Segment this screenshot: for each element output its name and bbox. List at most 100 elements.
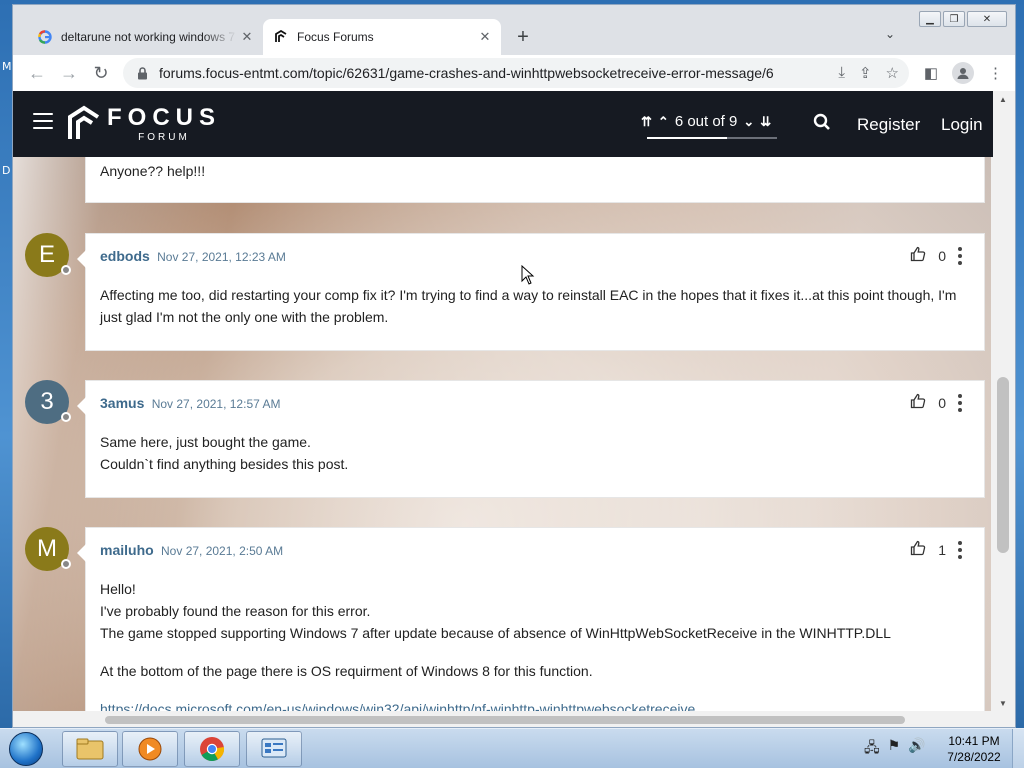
close-icon[interactable]: ✕: [237, 29, 257, 45]
url-text: forums.focus-entmt.com/topic/62631/game-…: [159, 65, 774, 81]
thumbs-up-icon[interactable]: [910, 540, 926, 559]
taskbar-clock[interactable]: 10:41 PM 7/28/2022: [942, 733, 1006, 765]
post-date[interactable]: Nov 27, 2021, 12:23 AM: [157, 250, 286, 264]
chrome-icon: [200, 737, 225, 762]
new-tab-button[interactable]: +: [511, 25, 535, 49]
logo-text: FOCUS: [107, 103, 221, 131]
tab-title: Focus Forums: [297, 30, 374, 44]
first-post-icon[interactable]: ⇈: [641, 114, 652, 130]
minimize-button[interactable]: ▁: [919, 11, 941, 27]
search-icon[interactable]: [813, 113, 831, 136]
clock-time: 10:41 PM: [948, 734, 1000, 748]
post-text: I've probably found the reason for this …: [100, 603, 371, 619]
menu-kebab-icon[interactable]: ⋮: [988, 64, 1003, 82]
close-window-button[interactable]: ✕: [967, 11, 1007, 27]
thumbs-up-icon[interactable]: [910, 246, 926, 265]
post-text: Anyone?? help!!!: [100, 163, 206, 179]
reload-button[interactable]: ↻: [85, 57, 117, 89]
post-options-icon[interactable]: [958, 540, 962, 559]
login-link[interactable]: Login: [941, 115, 983, 135]
desktop-glyph: M: [2, 60, 12, 73]
post-text: Hello!: [100, 581, 136, 597]
control-panel-taskbar-button[interactable]: [246, 731, 302, 767]
tab-title: deltarune not working windows 7: [61, 30, 236, 44]
post-date[interactable]: Nov 27, 2021, 2:50 AM: [161, 544, 283, 558]
browser-toolbar: ← → ↻ forums.focus-entmt.com/topic/62631…: [13, 55, 1015, 91]
status-dot: [61, 559, 71, 569]
horizontal-scrollbar[interactable]: [13, 711, 1015, 727]
volume-icon[interactable]: 🔊: [908, 737, 925, 761]
action-center-icon[interactable]: ⚑: [888, 737, 901, 761]
avatar[interactable]: 3: [25, 380, 71, 424]
last-post-icon[interactable]: ⇊: [760, 114, 771, 130]
previous-post-icon[interactable]: ⌃: [658, 114, 669, 130]
post-card: 3amus Nov 27, 2021, 12:57 AM 0 Same here…: [77, 380, 985, 498]
hamburger-menu-icon[interactable]: [33, 113, 53, 129]
show-desktop-button[interactable]: [1012, 729, 1024, 768]
tab-focus-forums[interactable]: Focus Forums ✕: [263, 19, 501, 55]
media-player-taskbar-button[interactable]: [122, 731, 178, 767]
pager-label: 6 out of 9: [674, 113, 738, 130]
avatar[interactable]: E: [25, 233, 71, 277]
post-date[interactable]: Nov 27, 2021, 12:57 AM: [152, 397, 281, 411]
bookmark-star-icon[interactable]: ☆: [886, 64, 899, 82]
focus-icon: [273, 29, 289, 45]
chrome-taskbar-button[interactable]: [184, 731, 240, 767]
folder-icon: [76, 738, 104, 760]
mouse-cursor-icon: [521, 265, 535, 285]
start-button[interactable]: [4, 731, 48, 767]
scroll-down-icon[interactable]: ▼: [991, 695, 1015, 711]
next-post-icon[interactable]: ⌄: [743, 114, 754, 130]
vote-count: 0: [938, 394, 946, 411]
post-body: Affecting me too, did restarting your co…: [100, 284, 964, 328]
pager-progress: [647, 137, 777, 139]
scrollbar-thumb[interactable]: [105, 716, 905, 724]
post-meta: 3amus Nov 27, 2021, 12:57 AM: [100, 395, 280, 411]
control-panel-icon: [261, 738, 287, 758]
taskbar: 🖧 ⚑ 🔊 10:41 PM 7/28/2022: [0, 728, 1024, 768]
address-bar[interactable]: forums.focus-entmt.com/topic/62631/game-…: [123, 58, 909, 88]
post-options-icon[interactable]: [958, 393, 962, 412]
profile-icon[interactable]: [952, 62, 974, 84]
scrollbar-thumb[interactable]: [997, 377, 1009, 553]
status-dot: [61, 265, 71, 275]
vote-count: 0: [938, 247, 946, 264]
share-icon[interactable]: ⇪: [859, 64, 872, 82]
avatar[interactable]: M: [25, 527, 71, 571]
post-card: edbods Nov 27, 2021, 12:23 AM 0 Affectin…: [77, 233, 985, 351]
scroll-up-icon[interactable]: ▲: [991, 91, 1015, 107]
install-icon[interactable]: ⤓: [838, 64, 845, 82]
thumbs-up-icon[interactable]: [910, 393, 926, 412]
system-tray: 🖧 ⚑ 🔊: [864, 737, 926, 761]
media-player-icon: [138, 737, 162, 761]
chevron-down-icon[interactable]: ⌄: [885, 27, 895, 41]
post-pager[interactable]: ⇈ ⌃ 6 out of 9 ⌄ ⇊: [641, 113, 771, 130]
network-icon[interactable]: 🖧: [864, 737, 880, 761]
restore-button[interactable]: ❐: [943, 11, 965, 27]
post-author[interactable]: 3amus: [100, 395, 144, 411]
browser-window: deltarune not working windows 7 ✕ Focus …: [12, 4, 1016, 728]
post-text: The game stopped supporting Windows 7 af…: [100, 625, 891, 641]
site-logo[interactable]: FOCUS FORUM: [67, 105, 221, 143]
tab-google-search[interactable]: deltarune not working windows 7 ✕: [27, 19, 263, 55]
tab-bar: deltarune not working windows 7 ✕ Focus …: [13, 5, 1015, 55]
forward-button[interactable]: →: [53, 57, 85, 89]
post-author[interactable]: edbods: [100, 248, 150, 264]
avatar-initial: E: [38, 241, 55, 268]
status-dot: [61, 412, 71, 422]
close-icon[interactable]: ✕: [475, 29, 495, 45]
register-link[interactable]: Register: [857, 115, 920, 135]
back-button[interactable]: ←: [21, 57, 53, 89]
post-options-icon[interactable]: [958, 246, 962, 265]
site-header: FOCUS FORUM ⇈ ⌃ 6 out of 9 ⌄ ⇊ Register …: [13, 91, 993, 157]
focus-logo-icon: [68, 105, 100, 139]
desktop-glyph: D: [2, 164, 11, 177]
post-card: mailuho Nov 27, 2021, 2:50 AM 1 Hello! I…: [77, 527, 985, 711]
explorer-taskbar-button[interactable]: [62, 731, 118, 767]
post-link[interactable]: https://docs.microsoft.com/en-us/windows…: [100, 701, 695, 711]
post-author[interactable]: mailuho: [100, 542, 154, 558]
vertical-scrollbar[interactable]: ▲ ▼: [991, 91, 1015, 711]
avatar-initial: M: [37, 535, 57, 562]
window-controls: ▁ ❐ ✕: [919, 11, 1007, 27]
side-panel-icon[interactable]: ◧: [924, 64, 938, 82]
